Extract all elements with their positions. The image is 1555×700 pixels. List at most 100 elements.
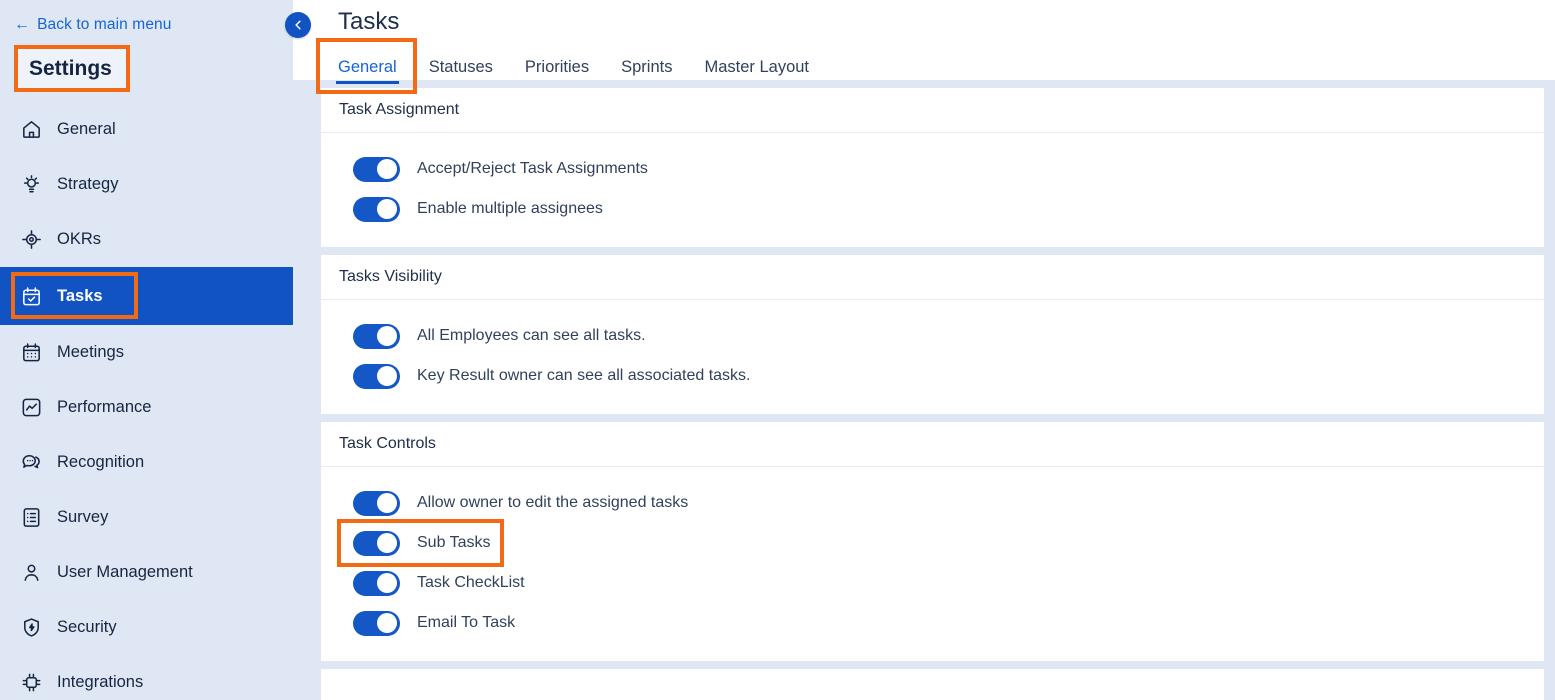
card-body: All Employees can see all tasks. Key Resu…	[321, 300, 1544, 414]
setting-row: Email To Task	[353, 603, 1544, 643]
toggle-switch[interactable]	[353, 157, 400, 182]
card-body: Accept/Reject Task Assignments Enable mul…	[321, 133, 1544, 247]
chip-icon	[20, 671, 43, 694]
tab-statuses[interactable]: Statuses	[429, 59, 493, 85]
sidebar-item-label: Security	[57, 619, 117, 636]
toggle-knob	[377, 326, 397, 346]
card-title: Task Assignment	[321, 88, 1544, 133]
setting-row: Enable multiple assignees	[353, 189, 1544, 229]
card-title: Task Controls	[321, 422, 1544, 467]
setting-row: All Employees can see all tasks.	[353, 316, 1544, 356]
toggle-knob	[377, 159, 397, 179]
sidebar-item-recognition[interactable]: Recognition	[0, 435, 293, 490]
setting-label: Accept/Reject Task Assignments	[417, 161, 648, 177]
chart-line-icon	[20, 396, 43, 419]
list-document-icon	[20, 506, 43, 529]
tab-priorities[interactable]: Priorities	[525, 59, 589, 85]
toggle-knob	[377, 493, 397, 513]
setting-row: Accept/Reject Task Assignments	[353, 149, 1544, 189]
sidebar-item-label: User Management	[57, 564, 193, 581]
sidebar-item-okrs[interactable]: OKRs	[0, 212, 293, 267]
user-icon	[20, 561, 43, 584]
setting-label: Email To Task	[417, 615, 515, 631]
tab-sprints[interactable]: Sprints	[621, 59, 672, 85]
sidebar-item-security[interactable]: Security	[0, 600, 293, 655]
sidebar-item-label: Survey	[57, 509, 108, 526]
tab-label: Sprints	[621, 58, 672, 76]
tab-master-layout[interactable]: Master Layout	[704, 59, 809, 85]
sidebar-item-label: OKRs	[57, 231, 101, 248]
target-icon	[20, 228, 43, 251]
settings-card: Task ControlsAllow owner to edit the ass…	[321, 422, 1544, 661]
back-to-main-menu-label: Back to main menu	[37, 16, 171, 34]
settings-cards: Task AssignmentAccept/Reject Task Assign…	[293, 80, 1555, 700]
shield-bolt-icon	[20, 616, 43, 639]
toggle-switch[interactable]	[353, 611, 400, 636]
settings-card	[321, 669, 1544, 700]
setting-row: Task CheckList	[353, 563, 1544, 603]
card-body: Allow owner to edit the assigned tasks Su…	[321, 467, 1544, 661]
toggle-switch[interactable]	[353, 324, 400, 349]
settings-card: Tasks VisibilityAll Employees can see al…	[321, 255, 1544, 414]
sidebar-item-label: General	[57, 121, 116, 138]
sidebar-item-label: Strategy	[57, 176, 118, 193]
page-header: Tasks General Statuses Priorities Sprints Ma…	[293, 0, 1555, 80]
tab-label: Statuses	[429, 58, 493, 76]
toggle-knob	[377, 573, 397, 593]
setting-row: Key Result owner can see all associated …	[353, 356, 1544, 396]
sidebar: ← Back to main menu Settings General Stra…	[0, 0, 293, 700]
sidebar-item-strategy[interactable]: Strategy	[0, 157, 293, 212]
setting-row: Allow owner to edit the assigned tasks	[353, 483, 1544, 523]
speech-bubble-icon	[20, 451, 43, 474]
sidebar-item-survey[interactable]: Survey	[0, 490, 293, 545]
toggle-knob	[377, 366, 397, 386]
setting-label: Task CheckList	[417, 575, 525, 591]
setting-label: Sub Tasks	[417, 535, 491, 551]
chevron-left-icon	[292, 19, 304, 31]
tab-bar: General Statuses Priorities Sprints Master L…	[338, 48, 1555, 84]
sidebar-item-user-management[interactable]: User Management	[0, 545, 293, 600]
toggle-switch[interactable]	[353, 531, 400, 556]
home-icon	[20, 118, 43, 141]
sidebar-item-integrations[interactable]: Integrations	[0, 655, 293, 700]
sidebar-item-label: Performance	[57, 399, 151, 416]
settings-card: Task AssignmentAccept/Reject Task Assign…	[321, 88, 1544, 247]
sidebar-nav: General Strategy OKRs Tasks Meetings Performa…	[0, 102, 293, 700]
calendar-icon	[20, 341, 43, 364]
calendar-check-icon	[20, 285, 43, 308]
setting-row: Sub Tasks	[353, 523, 1544, 563]
lightbulb-icon	[20, 173, 43, 196]
tab-general[interactable]: General	[338, 59, 397, 85]
toggle-switch[interactable]	[353, 364, 400, 389]
card-title: Tasks Visibility	[321, 255, 1544, 300]
back-arrow-icon: ←	[14, 17, 30, 33]
settings-page: ← Back to main menu Settings General Stra…	[0, 0, 1555, 700]
toggle-knob	[377, 533, 397, 553]
sidebar-item-performance[interactable]: Performance	[0, 380, 293, 435]
tab-label: Priorities	[525, 58, 589, 76]
page-title: Tasks	[338, 0, 1555, 34]
sidebar-item-label: Integrations	[57, 674, 143, 691]
back-to-main-menu-link[interactable]: ← Back to main menu	[0, 0, 293, 34]
toggle-switch[interactable]	[353, 571, 400, 596]
toggle-switch[interactable]	[353, 491, 400, 516]
toggle-knob	[377, 613, 397, 633]
sidebar-item-label: Tasks	[57, 288, 103, 305]
sidebar-item-general[interactable]: General	[0, 102, 293, 157]
setting-label: Allow owner to edit the assigned tasks	[417, 495, 688, 511]
sidebar-item-label: Meetings	[57, 344, 124, 361]
sidebar-item-meetings[interactable]: Meetings	[0, 325, 293, 380]
main-content: Tasks General Statuses Priorities Sprints Ma…	[293, 0, 1555, 700]
toggle-knob	[377, 199, 397, 219]
sidebar-item-label: Recognition	[57, 454, 144, 471]
sidebar-collapse-button[interactable]	[285, 12, 311, 38]
setting-label: Key Result owner can see all associated …	[417, 368, 751, 384]
tab-label: Master Layout	[704, 58, 809, 76]
sidebar-item-tasks[interactable]: Tasks	[0, 267, 293, 325]
setting-label: All Employees can see all tasks.	[417, 328, 646, 344]
setting-label: Enable multiple assignees	[417, 201, 603, 217]
settings-title-container: Settings	[0, 43, 293, 93]
tab-label: General	[338, 58, 397, 76]
toggle-switch[interactable]	[353, 197, 400, 222]
settings-title: Settings	[14, 45, 130, 92]
